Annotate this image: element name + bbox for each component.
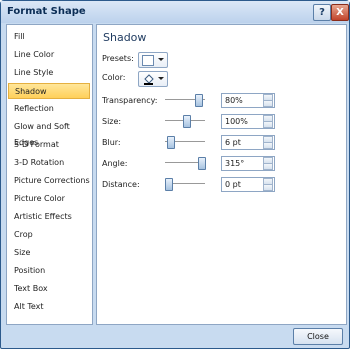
spin-down-icon[interactable]: [263, 163, 273, 170]
panel-title: Shadow: [103, 31, 147, 44]
size-value: 100%: [225, 117, 248, 126]
presets-dropdown[interactable]: [138, 52, 168, 68]
nav-item-glow-soft-edges[interactable]: Glow and Soft Edges: [8, 119, 90, 147]
angle-value: 315°: [225, 159, 245, 168]
dialog-title: Format Shape: [7, 6, 86, 17]
transparency-slider[interactable]: [165, 94, 205, 107]
distance-label: Distance:: [102, 180, 140, 189]
color-label: Color:: [102, 73, 126, 82]
slider-thumb[interactable]: [167, 136, 175, 149]
title-bar: Format Shape ? X: [1, 1, 349, 23]
nav-item-reflection[interactable]: Reflection: [8, 101, 90, 117]
blur-spinner[interactable]: 6 pt: [221, 135, 275, 150]
angle-label: Angle:: [102, 159, 128, 168]
nav-item-3d-format[interactable]: 3-D Format: [8, 137, 90, 153]
nav-item-line-style[interactable]: Line Style: [8, 65, 90, 81]
chevron-down-icon: [158, 58, 164, 61]
slider-thumb[interactable]: [183, 115, 191, 128]
blur-label: Blur:: [102, 138, 121, 147]
transparency-spinner[interactable]: 80%: [221, 93, 275, 108]
close-window-button[interactable]: X: [331, 4, 349, 21]
angle-slider[interactable]: [165, 157, 206, 170]
slider-thumb[interactable]: [198, 157, 206, 170]
nav-item-size[interactable]: Size: [8, 245, 90, 261]
size-label: Size:: [102, 117, 122, 126]
nav-item-alt-text[interactable]: Alt Text: [8, 299, 90, 315]
spin-down-icon[interactable]: [263, 100, 273, 107]
presets-label: Presets:: [102, 54, 134, 63]
distance-spinner[interactable]: 0 pt: [221, 177, 275, 192]
nav-item-line-color[interactable]: Line Color: [8, 47, 90, 63]
nav-item-position[interactable]: Position: [8, 263, 90, 279]
nav-item-crop[interactable]: Crop: [8, 227, 90, 243]
distance-value: 0 pt: [225, 180, 241, 189]
nav-item-shadow[interactable]: Shadow: [8, 83, 90, 99]
nav-item-artistic-effects[interactable]: Artistic Effects: [8, 209, 90, 225]
distance-slider[interactable]: [165, 178, 205, 191]
close-button[interactable]: Close: [293, 328, 343, 345]
nav-item-text-box[interactable]: Text Box: [8, 281, 90, 297]
nav-item-fill[interactable]: Fill: [8, 29, 90, 45]
preset-swatch-icon: [142, 55, 154, 66]
transparency-value: 80%: [225, 96, 243, 105]
slider-thumb[interactable]: [165, 178, 173, 191]
spin-down-icon[interactable]: [263, 184, 273, 191]
spin-down-icon[interactable]: [263, 121, 273, 128]
nav-item-3d-rotation[interactable]: 3-D Rotation: [8, 155, 90, 171]
angle-spinner[interactable]: 315°: [221, 156, 275, 171]
shadow-panel: Shadow Presets: Color: Transparency: 80%…: [96, 24, 347, 325]
transparency-label: Transparency:: [102, 96, 158, 105]
format-shape-dialog: Format Shape ? X Fill Line Color Line St…: [0, 0, 350, 349]
category-list: Fill Line Color Line Style Shadow Reflec…: [6, 24, 93, 325]
nav-item-picture-corrections[interactable]: Picture Corrections: [8, 173, 90, 189]
paint-bucket-icon: [144, 74, 154, 85]
slider-thumb[interactable]: [195, 94, 203, 107]
help-button[interactable]: ?: [313, 4, 331, 21]
nav-item-picture-color[interactable]: Picture Color: [8, 191, 90, 207]
color-dropdown[interactable]: [138, 71, 168, 87]
size-slider[interactable]: [165, 115, 205, 128]
chevron-down-icon: [158, 77, 164, 80]
size-spinner[interactable]: 100%: [221, 114, 275, 129]
spin-down-icon[interactable]: [263, 142, 273, 149]
blur-slider[interactable]: [165, 136, 205, 149]
blur-value: 6 pt: [225, 138, 241, 147]
